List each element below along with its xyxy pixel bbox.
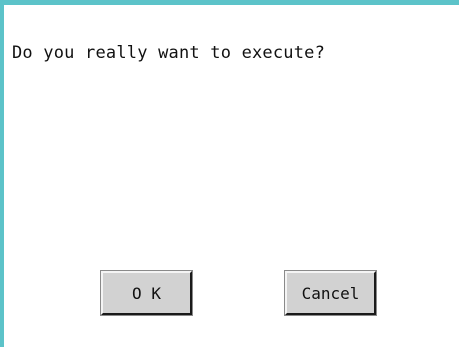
- cancel-button[interactable]: Cancel: [284, 270, 377, 316]
- confirmation-message: Do you really want to execute?: [12, 43, 326, 63]
- ok-button[interactable]: O K: [100, 270, 193, 316]
- confirm-dialog: Do you really want to execute? O K Cance…: [0, 0, 459, 347]
- ok-button-label: O K: [132, 283, 161, 303]
- cancel-button-label: Cancel: [301, 283, 360, 303]
